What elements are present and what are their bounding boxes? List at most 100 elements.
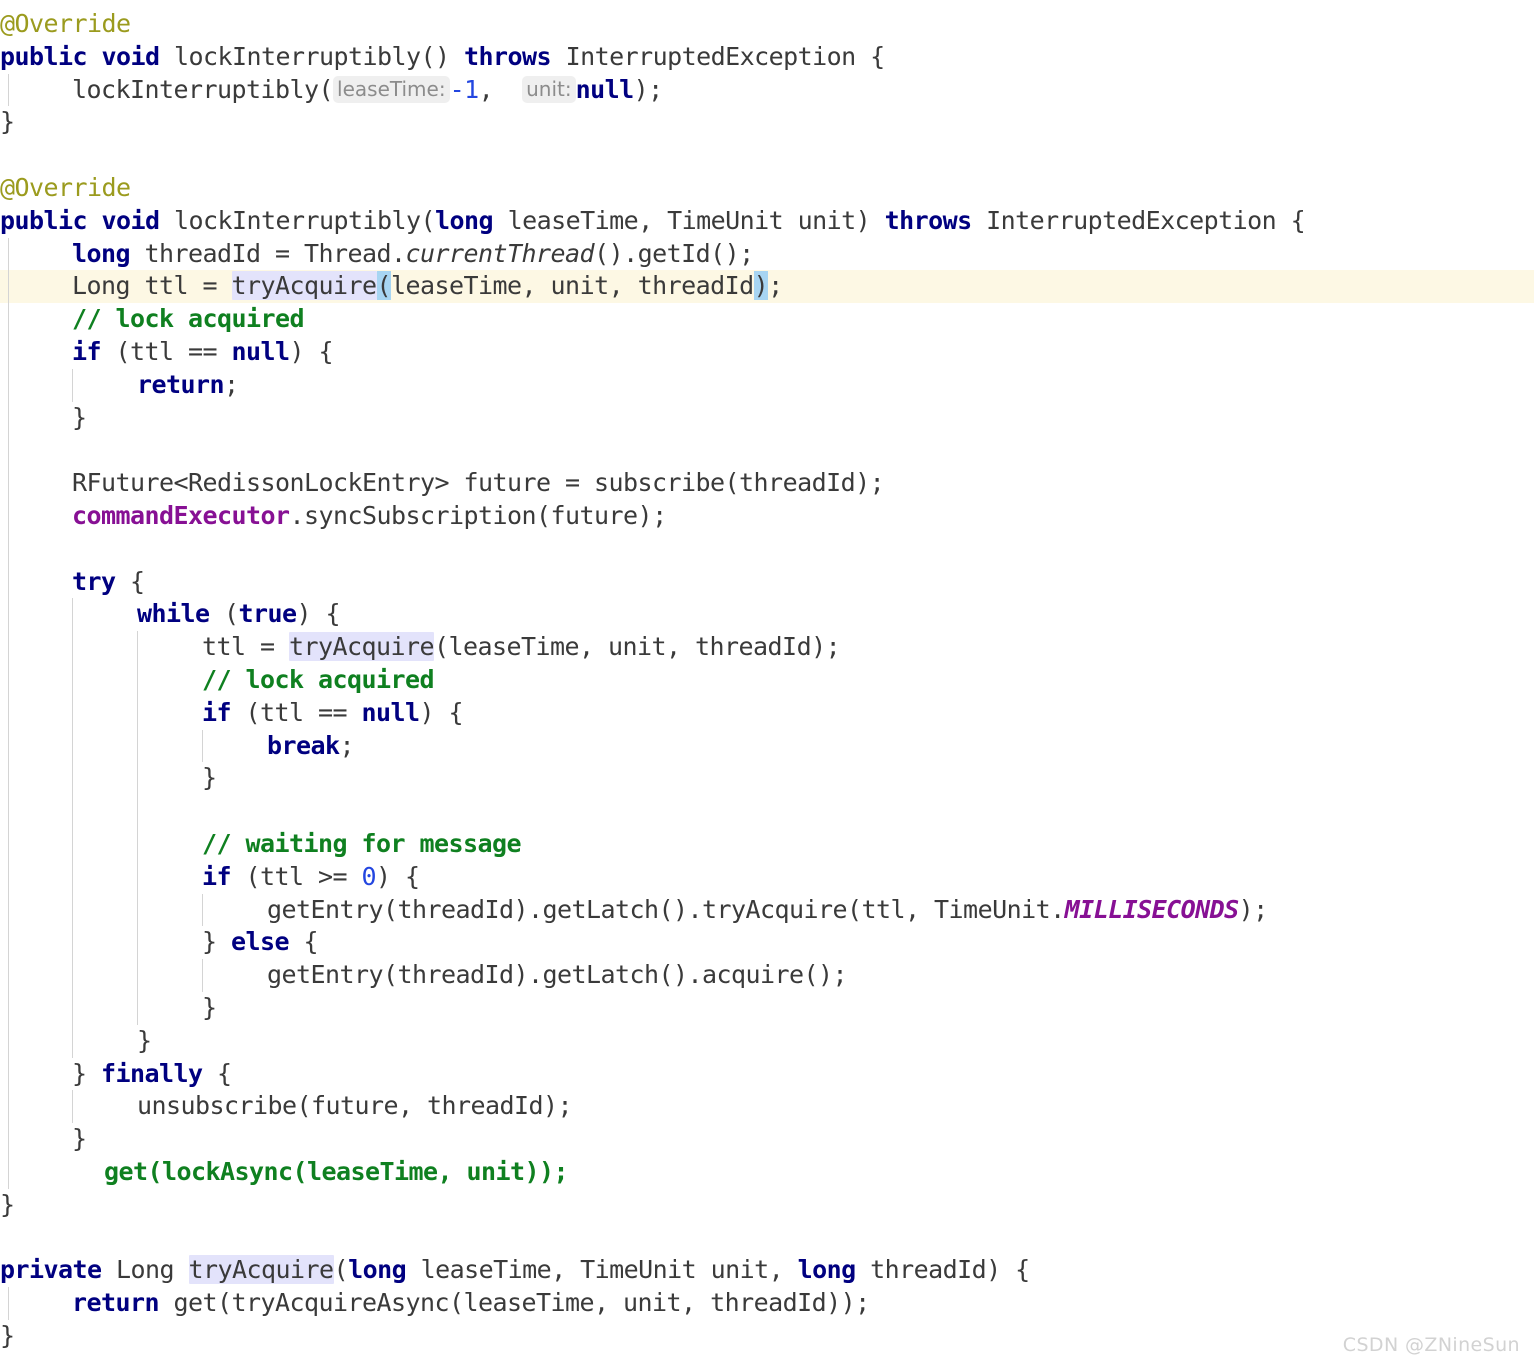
code-line[interactable]: unsubscribe(future, threadId); (0, 1090, 1534, 1124)
code-text: } (202, 927, 232, 957)
code-line-blank[interactable] (0, 139, 1534, 172)
code-line[interactable]: return; (0, 368, 1534, 402)
keyword-throws: throws (464, 41, 552, 71)
code-line[interactable]: } (0, 1024, 1534, 1058)
code-text: unsubscribe(future, threadId); (137, 1091, 573, 1121)
code-text: lockInterruptibly() (159, 41, 465, 71)
code-line[interactable]: try { (0, 565, 1534, 599)
code-line[interactable]: while (true) { (0, 598, 1534, 632)
code-text: ( (333, 1255, 349, 1285)
indent-guide (8, 795, 9, 828)
keyword-return: return (72, 1288, 160, 1318)
usage-highlight-tryAcquire[interactable]: tryAcquire (289, 632, 435, 662)
code-line-blank[interactable] (0, 795, 1534, 828)
comment-token: // lock acquired (72, 304, 305, 334)
code-line[interactable]: } (0, 1189, 1534, 1222)
code-line[interactable]: return get(tryAcquireAsync(leaseTime, un… (0, 1287, 1534, 1320)
code-text: } (72, 1058, 102, 1088)
usage-highlight-tryAcquire[interactable]: tryAcquire (231, 271, 377, 301)
code-line[interactable]: break; (0, 729, 1534, 763)
code-text: ().getId(); (594, 238, 754, 268)
code-line[interactable]: if (ttl == null) { (0, 696, 1534, 730)
code-line[interactable]: // lock acquired (0, 303, 1534, 336)
code-line[interactable]: getEntry(threadId).getLatch().acquire(); (0, 959, 1534, 992)
code-line[interactable]: if (ttl >= 0) { (0, 860, 1534, 894)
code-text: threadId) { (855, 1255, 1030, 1285)
code-line[interactable]: public void lockInterruptibly() throws I… (0, 41, 1534, 74)
indent-guide (137, 795, 138, 828)
code-line[interactable]: commandExecutor.syncSubscription(future)… (0, 499, 1534, 533)
keyword-if: if (72, 336, 102, 366)
keyword-finally: finally (101, 1058, 203, 1088)
code-line-current[interactable]: Long ttl = tryAcquire(leaseTime, unit, t… (0, 270, 1534, 304)
code-text: { (289, 927, 319, 957)
indent-guide (72, 795, 73, 828)
field-token-commandExecutor: commandExecutor (72, 500, 290, 530)
code-editor[interactable]: @Override public void lockInterruptibly(… (0, 0, 1534, 1366)
keyword-true: true (238, 599, 298, 629)
code-line[interactable]: } (0, 106, 1534, 139)
code-line[interactable]: getEntry(threadId).getLatch().tryAcquire… (0, 893, 1534, 927)
code-line[interactable]: } finally { (0, 1057, 1534, 1091)
code-line-blank[interactable] (0, 532, 1534, 566)
keyword-try: try (72, 566, 116, 596)
code-text: ) { (296, 599, 341, 629)
code-text: (ttl >= (231, 861, 362, 891)
code-line[interactable]: public void lockInterruptibly(long lease… (0, 205, 1534, 238)
code-line[interactable]: long threadId = Thread.currentThread().g… (0, 237, 1534, 271)
code-text: Long (101, 1255, 189, 1285)
keyword-long: long (797, 1255, 857, 1285)
code-line[interactable]: lockInterruptibly(leaseTime: -1, unit: nul… (0, 73, 1534, 107)
keyword-while: while (137, 599, 210, 629)
keyword-null: null (361, 697, 421, 727)
code-line[interactable]: RFuture<RedissonLockEntry> future = subs… (0, 467, 1534, 500)
code-line[interactable]: } (0, 762, 1534, 796)
brace-match-open: ( (376, 271, 392, 301)
code-line[interactable]: } (0, 401, 1534, 435)
inlay-hint-unit: unit: (522, 75, 576, 103)
code-text: } (202, 763, 217, 793)
code-line[interactable]: } (0, 1123, 1534, 1156)
code-text: leaseTime, TimeUnit unit) (493, 205, 885, 235)
code-text: } (0, 1320, 15, 1350)
indent-guide (8, 434, 9, 468)
code-text: getEntry(threadId).getLatch().tryAcquire… (267, 894, 1065, 924)
keyword-break: break (267, 730, 340, 760)
code-text: ) { (376, 861, 420, 891)
code-line[interactable]: // lock acquired (0, 663, 1534, 697)
code-text: InterruptedException { (971, 205, 1306, 235)
code-line[interactable]: if (ttl == null) { (0, 335, 1534, 369)
keyword-if: if (202, 861, 232, 891)
comment-token: // waiting for message (202, 828, 522, 858)
annotation-token: @Override (0, 9, 131, 38)
comment-token: // lock acquired (202, 664, 435, 694)
code-text: .syncSubscription(future); (289, 500, 668, 530)
code-text: (leaseTime, unit, threadId); (434, 632, 841, 662)
code-line[interactable]: @Override (0, 172, 1534, 205)
code-line-blank[interactable] (0, 434, 1534, 468)
code-line-blank[interactable] (0, 1221, 1534, 1254)
usage-highlight-tryAcquire[interactable]: tryAcquire (188, 1255, 334, 1285)
code-text: getEntry(threadId).getLatch().acquire(); (267, 960, 848, 990)
code-text: (ttl == (231, 697, 362, 727)
keyword-null: null (575, 74, 635, 104)
code-text: ) { (419, 697, 464, 727)
code-line[interactable]: // waiting for message (0, 827, 1534, 861)
code-line[interactable]: @Override (0, 8, 1534, 41)
code-text: { (115, 566, 145, 596)
code-line[interactable]: } (0, 1320, 1534, 1353)
brace-match-close: ) (753, 271, 769, 301)
code-line[interactable]: ttl = tryAcquire(leaseTime, unit, thread… (0, 631, 1534, 664)
code-line-added[interactable]: get(lockAsync(leaseTime, unit)); (0, 1155, 1534, 1189)
code-text: ( (209, 599, 239, 629)
keyword-return: return (137, 369, 225, 399)
code-text: } (137, 1025, 152, 1055)
keyword-public-void: public void (0, 41, 160, 71)
added-code-text: get(lockAsync(leaseTime, unit)); (104, 1156, 569, 1186)
indent-guide (8, 532, 9, 566)
code-text: { (202, 1058, 232, 1088)
code-line[interactable]: private Long tryAcquire(long leaseTime, … (0, 1254, 1534, 1287)
code-line[interactable]: } (0, 991, 1534, 1025)
code-text: threadId = Thread. (130, 238, 407, 268)
code-line[interactable]: } else { (0, 926, 1534, 960)
